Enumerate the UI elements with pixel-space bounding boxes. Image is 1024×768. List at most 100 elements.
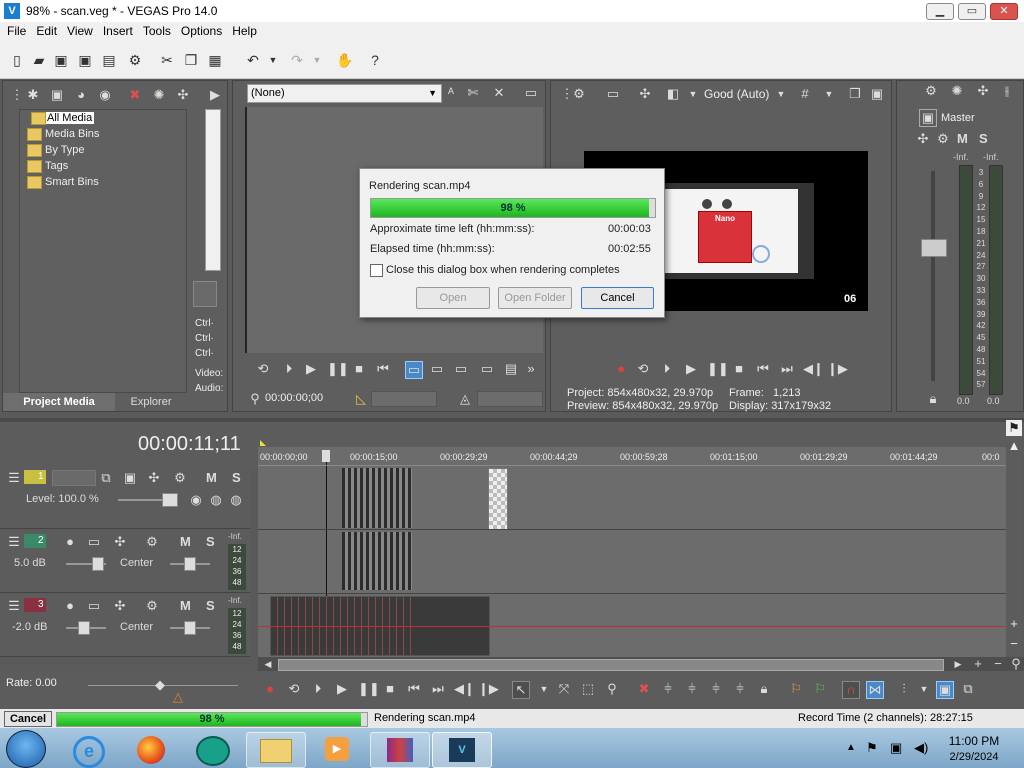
overwrite-icon[interactable]: ▤ bbox=[503, 361, 519, 377]
snapping-icon[interactable]: ∩ bbox=[842, 681, 860, 699]
pause-icon[interactable]: ❚❚ bbox=[327, 361, 349, 377]
scroll-right-icon[interactable]: ▶ bbox=[950, 656, 966, 672]
chevron-down-icon[interactable]: ▼ bbox=[685, 86, 701, 102]
insert-region-icon[interactable]: ⚐ bbox=[812, 681, 828, 697]
volume-slider-handle[interactable] bbox=[92, 557, 104, 571]
tab-explorer[interactable]: Explorer bbox=[115, 393, 187, 411]
level-slider-handle[interactable] bbox=[162, 493, 178, 507]
insert-fx-icon[interactable]: ✣ bbox=[112, 598, 128, 614]
render-icon[interactable]: ▤ bbox=[100, 51, 118, 69]
in-point-icon[interactable]: ◺ bbox=[353, 391, 369, 407]
remove-media-icon[interactable]: ✖ bbox=[127, 87, 143, 103]
taskbar-ie-icon[interactable]: e bbox=[60, 732, 118, 768]
play-from-start-icon[interactable]: ⏵ bbox=[659, 361, 675, 377]
mixer-gear-icon[interactable]: ⚙ bbox=[923, 83, 939, 99]
add-to-timeline-icon[interactable]: ▭ bbox=[429, 361, 445, 377]
child-icon[interactable]: ◍ bbox=[228, 492, 244, 508]
split-icon[interactable]: ⫩ bbox=[732, 681, 748, 697]
tree-item-tags[interactable]: Tags bbox=[27, 160, 68, 173]
arm-record-icon[interactable]: ● bbox=[62, 534, 78, 550]
stop-icon[interactable]: ■ bbox=[382, 681, 398, 697]
selection-tool-icon[interactable]: ⬚ bbox=[580, 681, 596, 697]
close-on-complete-checkbox[interactable] bbox=[370, 264, 383, 277]
pause-icon[interactable]: ❚❚ bbox=[358, 681, 380, 697]
play-icon[interactable]: ▶ bbox=[683, 361, 699, 377]
trim-start-icon[interactable]: ⫩ bbox=[684, 681, 700, 697]
insert-fx-icon[interactable]: ✣ bbox=[915, 131, 931, 147]
save-icon[interactable]: ▣ bbox=[52, 51, 70, 69]
mixer-insert-icon[interactable]: ✣ bbox=[975, 83, 991, 99]
chevron-down-icon[interactable]: ▼ bbox=[536, 681, 552, 697]
timeline-vertical-scrollbar[interactable]: ⚑ ▲ + − bbox=[1006, 420, 1022, 656]
previous-frame-icon[interactable]: ◀❙ bbox=[454, 681, 475, 697]
import-media-icon[interactable]: ⋮ bbox=[9, 87, 25, 103]
clear-icon[interactable]: ✕ bbox=[491, 85, 507, 101]
track-3-mute[interactable]: M bbox=[180, 598, 191, 613]
loop-icon[interactable]: ⟲ bbox=[635, 361, 651, 377]
media-fx-icon[interactable]: ✺ bbox=[151, 87, 167, 103]
undo-dropdown-icon[interactable]: ▼ bbox=[264, 51, 282, 69]
tree-item-all-media[interactable]: All Media bbox=[31, 112, 95, 125]
in-point-field[interactable] bbox=[371, 391, 437, 407]
overlays-icon[interactable]: ◧ bbox=[665, 86, 681, 102]
track-1-solo[interactable]: S bbox=[232, 470, 241, 485]
track-2-mute[interactable]: M bbox=[180, 534, 191, 549]
timeline-marker-bar[interactable] bbox=[258, 422, 1006, 447]
preview-device-icon[interactable]: ▭ bbox=[605, 86, 621, 102]
scroll-up-icon[interactable]: ▲ bbox=[1006, 438, 1022, 454]
taskbar-media-icon[interactable] bbox=[184, 732, 242, 766]
new-file-icon[interactable]: ▯ bbox=[8, 51, 26, 69]
zoom-out-h-icon[interactable]: − bbox=[990, 656, 1006, 672]
start-button-icon[interactable] bbox=[6, 730, 46, 768]
track-3-solo[interactable]: S bbox=[206, 598, 215, 613]
ignore-grouping-icon[interactable]: ⧉ bbox=[960, 681, 976, 697]
cancel-render-button[interactable]: Cancel bbox=[581, 287, 654, 309]
insert-marker-icon[interactable]: ⚐ bbox=[788, 681, 804, 697]
open-folder-button[interactable]: Open Folder bbox=[498, 287, 572, 309]
master-mute-button[interactable]: M bbox=[957, 131, 968, 146]
mixer-faders-icon[interactable]: ⫲ bbox=[999, 83, 1015, 99]
rate-slider-handle[interactable]: ◆ bbox=[152, 677, 168, 693]
capture-video-icon[interactable]: ✱ bbox=[25, 87, 41, 103]
next-frame-icon[interactable]: ❙▶ bbox=[478, 681, 499, 697]
maximize-button[interactable]: ▭ bbox=[958, 3, 986, 20]
loop-icon[interactable]: ⟲ bbox=[286, 681, 302, 697]
zoom-in-h-icon[interactable]: + bbox=[970, 656, 986, 672]
tray-expand-icon[interactable]: ▲ bbox=[846, 742, 856, 753]
delete-icon[interactable]: ✖ bbox=[636, 681, 652, 697]
stop-icon[interactable]: ■ bbox=[731, 361, 747, 377]
stop-icon[interactable]: ■ bbox=[351, 361, 367, 377]
envelope-tool-icon[interactable]: ⤧ bbox=[556, 681, 572, 697]
video-event-cluster[interactable] bbox=[342, 468, 412, 528]
record-icon[interactable]: ● bbox=[613, 361, 629, 377]
tray-flag-icon[interactable]: ⚑ bbox=[866, 740, 878, 756]
tray-volume-icon[interactable]: ◀) bbox=[914, 740, 928, 756]
chevron-down-icon[interactable]: ▼ bbox=[916, 681, 932, 697]
paste-icon[interactable]: ▦ bbox=[206, 51, 224, 69]
master-solo-button[interactable]: S bbox=[979, 131, 988, 146]
split-screen-icon[interactable]: ✣ bbox=[637, 86, 653, 102]
preview-quality-dropdown[interactable]: Good (Auto) bbox=[704, 87, 769, 101]
add-to-timeline3-icon[interactable]: ▭ bbox=[479, 361, 495, 377]
trim-end-icon[interactable]: ⫩ bbox=[708, 681, 724, 697]
audio-event-cluster[interactable] bbox=[342, 532, 412, 590]
menu-view[interactable]: View bbox=[62, 22, 98, 40]
zoom-tool-icon[interactable]: ⚲ bbox=[1008, 656, 1024, 672]
close-button[interactable]: ✕ bbox=[990, 3, 1018, 20]
open-button[interactable]: Open bbox=[416, 287, 490, 309]
trim-icon[interactable]: ⫩ bbox=[660, 681, 676, 697]
track-gear-icon[interactable]: ⚙ bbox=[144, 598, 160, 614]
extract-audio-icon[interactable]: ◕ bbox=[73, 87, 89, 103]
zoom-in-icon[interactable]: + bbox=[1006, 616, 1022, 632]
go-to-start-icon[interactable]: ⏮ bbox=[375, 361, 391, 377]
go-to-start-icon[interactable]: ⏮ bbox=[406, 681, 422, 697]
open-folder-icon[interactable]: ▰ bbox=[30, 51, 48, 69]
help-icon[interactable]: ? bbox=[366, 51, 384, 69]
add-to-timeline2-icon[interactable]: ▭ bbox=[453, 361, 469, 377]
play-from-start-icon[interactable]: ⏵ bbox=[281, 361, 297, 377]
taskbar-firefox-icon[interactable] bbox=[122, 732, 180, 766]
marker-flag-icon[interactable]: ⚑ bbox=[1006, 420, 1022, 436]
redo-dropdown-icon[interactable]: ▼ bbox=[308, 51, 326, 69]
playhead-handle[interactable] bbox=[322, 450, 330, 462]
more-icon[interactable]: » bbox=[523, 361, 539, 377]
